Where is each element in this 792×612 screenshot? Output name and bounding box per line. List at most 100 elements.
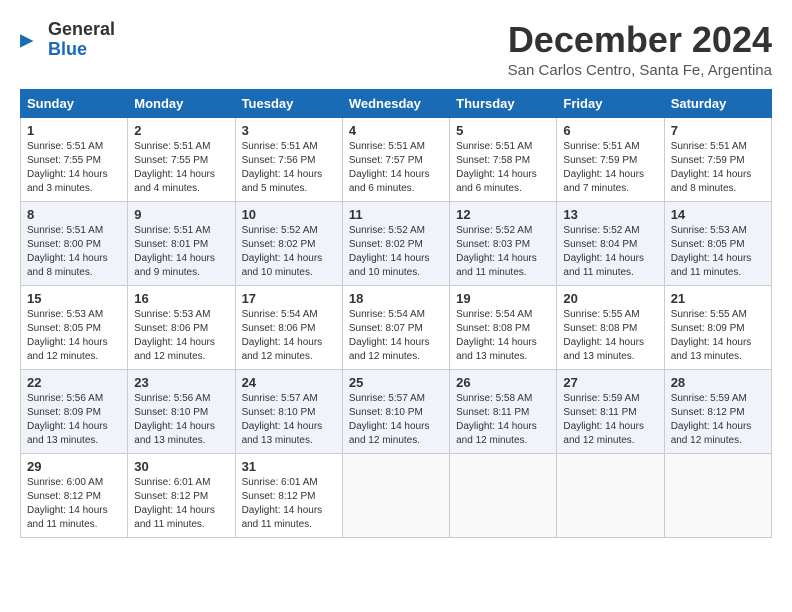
day-number: 16	[134, 291, 228, 306]
day-header-wednesday: Wednesday	[342, 89, 449, 117]
day-header-sunday: Sunday	[21, 89, 128, 117]
day-header-friday: Friday	[557, 89, 664, 117]
calendar-cell: 17Sunrise: 5:54 AMSunset: 8:06 PMDayligh…	[235, 285, 342, 369]
day-number: 1	[27, 123, 121, 138]
calendar-cell: 18 Sunrise: 5:54 AMSunset: 8:07 PMDayligh…	[342, 285, 449, 369]
day-info: Sunrise: 5:51 AMSunset: 7:59 PMDaylight:…	[563, 140, 657, 196]
day-number: 4	[349, 123, 443, 138]
calendar-cell: 15 Sunrise: 5:53 AMSunset: 8:05 PMDayligh…	[21, 285, 128, 369]
day-header-tuesday: Tuesday	[235, 89, 342, 117]
day-info: Sunrise: 6:00 AMSunset: 8:12 PMDaylight:…	[27, 476, 121, 532]
calendar-cell: 30 Sunrise: 6:01 AMSunset: 8:12 PMDayligh…	[128, 453, 235, 537]
calendar-cell: 28Sunrise: 5:59 AMSunset: 8:12 PMDayligh…	[664, 369, 771, 453]
day-info: Sunrise: 5:56 AMSunset: 8:10 PMDaylight:…	[134, 392, 228, 448]
day-info: Sunrise: 5:51 AMSunset: 7:58 PMDaylight:…	[456, 140, 550, 196]
day-info: Sunrise: 5:53 AMSunset: 8:05 PMDaylight:…	[27, 308, 121, 364]
day-number: 19	[456, 291, 550, 306]
day-info: Sunrise: 5:52 AMSunset: 8:02 PMDaylight:…	[349, 224, 443, 280]
day-number: 13	[563, 207, 657, 222]
calendar-week-row: 22Sunrise: 5:56 AMSunset: 8:09 PMDayligh…	[21, 369, 772, 453]
day-number: 12	[456, 207, 550, 222]
calendar-cell: 29 Sunrise: 6:00 AMSunset: 8:12 PMDayligh…	[21, 453, 128, 537]
calendar-week-row: 29 Sunrise: 6:00 AMSunset: 8:12 PMDayligh…	[21, 453, 772, 537]
calendar-week-row: 15 Sunrise: 5:53 AMSunset: 8:05 PMDayligh…	[21, 285, 772, 369]
calendar-cell: 6 Sunrise: 5:51 AMSunset: 7:59 PMDaylight…	[557, 117, 664, 201]
calendar-cell: 9Sunrise: 5:51 AMSunset: 8:01 PMDaylight…	[128, 201, 235, 285]
calendar-table: SundayMondayTuesdayWednesdayThursdayFrid…	[20, 89, 772, 538]
calendar-cell	[450, 453, 557, 537]
day-number: 2	[134, 123, 228, 138]
svg-text:▶: ▶	[20, 30, 34, 50]
calendar-cell: 22Sunrise: 5:56 AMSunset: 8:09 PMDayligh…	[21, 369, 128, 453]
day-number: 10	[242, 207, 336, 222]
day-number: 11	[349, 207, 443, 222]
calendar-week-row: 8 Sunrise: 5:51 AMSunset: 8:00 PMDaylight…	[21, 201, 772, 285]
calendar-subtitle: San Carlos Centro, Santa Fe, Argentina	[508, 62, 772, 79]
calendar-cell: 20 Sunrise: 5:55 AMSunset: 8:08 PMDayligh…	[557, 285, 664, 369]
calendar-week-row: 1Sunrise: 5:51 AMSunset: 7:55 PMDaylight…	[21, 117, 772, 201]
calendar-cell: 19 Sunrise: 5:54 AMSunset: 8:08 PMDayligh…	[450, 285, 557, 369]
calendar-cell: 13 Sunrise: 5:52 AMSunset: 8:04 PMDayligh…	[557, 201, 664, 285]
calendar-cell	[557, 453, 664, 537]
day-info: Sunrise: 5:53 AMSunset: 8:06 PMDaylight:…	[134, 308, 228, 364]
logo-text: General Blue	[48, 20, 115, 60]
day-info: Sunrise: 5:55 AMSunset: 8:08 PMDaylight:…	[563, 308, 657, 364]
calendar-cell: 24Sunrise: 5:57 AMSunset: 8:10 PMDayligh…	[235, 369, 342, 453]
day-number: 26	[456, 375, 550, 390]
day-number: 31	[242, 459, 336, 474]
day-header-monday: Monday	[128, 89, 235, 117]
title-section: December 2024 San Carlos Centro, Santa F…	[508, 20, 772, 79]
calendar-cell	[664, 453, 771, 537]
calendar-cell: 8 Sunrise: 5:51 AMSunset: 8:00 PMDaylight…	[21, 201, 128, 285]
calendar-cell: 2Sunrise: 5:51 AMSunset: 7:55 PMDaylight…	[128, 117, 235, 201]
day-info: Sunrise: 5:51 AMSunset: 7:56 PMDaylight:…	[242, 140, 336, 196]
day-info: Sunrise: 5:58 AMSunset: 8:11 PMDaylight:…	[456, 392, 550, 448]
calendar-cell: 3 Sunrise: 5:51 AMSunset: 7:56 PMDaylight…	[235, 117, 342, 201]
day-info: Sunrise: 6:01 AMSunset: 8:12 PMDaylight:…	[134, 476, 228, 532]
day-number: 5	[456, 123, 550, 138]
calendar-cell: 11 Sunrise: 5:52 AMSunset: 8:02 PMDayligh…	[342, 201, 449, 285]
day-number: 3	[242, 123, 336, 138]
day-info: Sunrise: 5:59 AMSunset: 8:11 PMDaylight:…	[563, 392, 657, 448]
day-info: Sunrise: 5:54 AMSunset: 8:07 PMDaylight:…	[349, 308, 443, 364]
day-number: 8	[27, 207, 121, 222]
day-number: 6	[563, 123, 657, 138]
calendar-cell: 23 Sunrise: 5:56 AMSunset: 8:10 PMDayligh…	[128, 369, 235, 453]
day-info: Sunrise: 5:51 AMSunset: 8:00 PMDaylight:…	[27, 224, 121, 280]
day-info: Sunrise: 5:59 AMSunset: 8:12 PMDaylight:…	[671, 392, 765, 448]
calendar-cell: 27 Sunrise: 5:59 AMSunset: 8:11 PMDayligh…	[557, 369, 664, 453]
calendar-cell: 21Sunrise: 5:55 AMSunset: 8:09 PMDayligh…	[664, 285, 771, 369]
day-info: Sunrise: 5:51 AMSunset: 7:59 PMDaylight:…	[671, 140, 765, 196]
day-info: Sunrise: 6:01 AMSunset: 8:12 PMDaylight:…	[242, 476, 336, 532]
logo-general: General	[48, 20, 115, 40]
day-number: 18	[349, 291, 443, 306]
day-number: 21	[671, 291, 765, 306]
calendar-cell: 31 Sunrise: 6:01 AMSunset: 8:12 PMDayligh…	[235, 453, 342, 537]
day-number: 15	[27, 291, 121, 306]
day-number: 27	[563, 375, 657, 390]
calendar-cell: 1Sunrise: 5:51 AMSunset: 7:55 PMDaylight…	[21, 117, 128, 201]
day-number: 7	[671, 123, 765, 138]
day-info: Sunrise: 5:52 AMSunset: 8:03 PMDaylight:…	[456, 224, 550, 280]
calendar-cell: 25Sunrise: 5:57 AMSunset: 8:10 PMDayligh…	[342, 369, 449, 453]
day-number: 29	[27, 459, 121, 474]
day-number: 20	[563, 291, 657, 306]
day-number: 23	[134, 375, 228, 390]
logo: ▶ General Blue	[20, 20, 115, 60]
calendar-cell: 5 Sunrise: 5:51 AMSunset: 7:58 PMDaylight…	[450, 117, 557, 201]
calendar-cell: 14Sunrise: 5:53 AMSunset: 8:05 PMDayligh…	[664, 201, 771, 285]
calendar-cell: 7 Sunrise: 5:51 AMSunset: 7:59 PMDaylight…	[664, 117, 771, 201]
day-number: 30	[134, 459, 228, 474]
calendar-cell	[342, 453, 449, 537]
day-header-saturday: Saturday	[664, 89, 771, 117]
day-number: 14	[671, 207, 765, 222]
calendar-cell: 4Sunrise: 5:51 AMSunset: 7:57 PMDaylight…	[342, 117, 449, 201]
day-info: Sunrise: 5:51 AMSunset: 8:01 PMDaylight:…	[134, 224, 228, 280]
calendar-cell: 10Sunrise: 5:52 AMSunset: 8:02 PMDayligh…	[235, 201, 342, 285]
day-number: 25	[349, 375, 443, 390]
day-info: Sunrise: 5:52 AMSunset: 8:04 PMDaylight:…	[563, 224, 657, 280]
logo-icon: ▶	[20, 28, 44, 52]
day-number: 22	[27, 375, 121, 390]
header-row: SundayMondayTuesdayWednesdayThursdayFrid…	[21, 89, 772, 117]
day-info: Sunrise: 5:54 AMSunset: 8:08 PMDaylight:…	[456, 308, 550, 364]
